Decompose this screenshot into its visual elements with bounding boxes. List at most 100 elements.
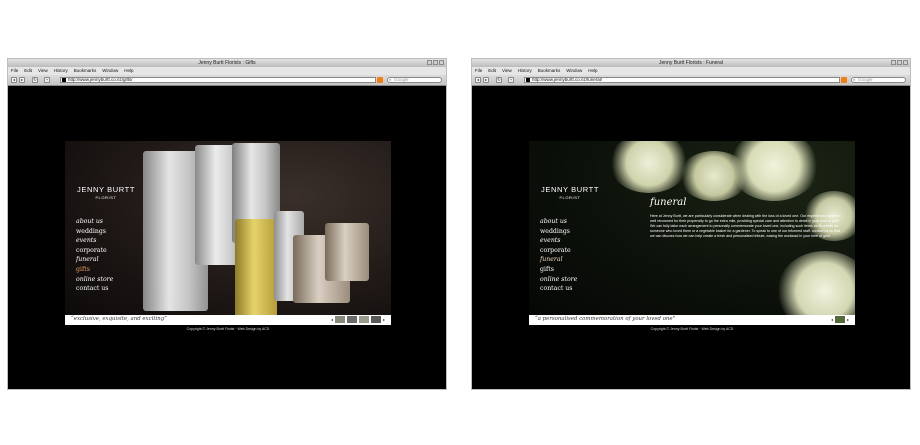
- nav-weddings[interactable]: weddings: [540, 227, 577, 237]
- nav-corporate[interactable]: corporate: [540, 246, 577, 256]
- site-nav: about us weddings events corporate funer…: [76, 217, 113, 294]
- nav-contact-us[interactable]: contact us: [540, 284, 577, 294]
- back-icon[interactable]: ◂: [475, 77, 481, 83]
- browser-toolbar: ◂ ▸ ↻ + http://www.jennyburtt.co.nz/gift…: [8, 75, 446, 86]
- rss-icon[interactable]: [377, 77, 383, 83]
- nav-funeral[interactable]: funeral: [76, 255, 113, 265]
- brand-logo[interactable]: JENNY BURTT FLORIST: [76, 185, 136, 200]
- search-icon: ⌕: [853, 77, 856, 82]
- thumbnail[interactable]: [334, 316, 345, 323]
- menu-edit[interactable]: Edit: [488, 67, 496, 75]
- url-text: http://www.jennyburtt.co.nz/gifts/: [68, 77, 133, 82]
- nav-online-store[interactable]: online store: [540, 275, 577, 285]
- nav-gifts[interactable]: gifts: [76, 265, 113, 275]
- browser-window-gifts: Jenny Burtt Florists : Gifts File Edit V…: [8, 59, 446, 389]
- prev-arrow-icon[interactable]: ◂: [331, 317, 333, 322]
- candle-image: [325, 223, 369, 281]
- brand-name: JENNY BURTT: [541, 185, 599, 194]
- site-footer-bar: “exclusive, exquisite, and exciting” ◂ ▸: [65, 315, 391, 325]
- thumbnail[interactable]: [834, 316, 845, 323]
- nav-corporate[interactable]: corporate: [76, 246, 113, 256]
- brand-name: JENNY BURTT: [77, 185, 135, 194]
- menu-bar: File Edit View History Bookmarks Window …: [8, 67, 446, 75]
- favicon-icon: [526, 78, 530, 82]
- rss-icon[interactable]: [841, 77, 847, 83]
- menu-bookmarks[interactable]: Bookmarks: [74, 67, 97, 75]
- menu-view[interactable]: View: [502, 67, 512, 75]
- brand-subtitle: FLORIST: [559, 195, 581, 200]
- nav-weddings[interactable]: weddings: [76, 227, 113, 237]
- search-input[interactable]: ⌕ Google: [851, 77, 906, 83]
- next-arrow-icon[interactable]: ▸: [847, 317, 849, 322]
- brand-logo[interactable]: JENNY BURTT FLORIST: [540, 185, 600, 200]
- menu-bar: File Edit View History Bookmarks Window …: [472, 67, 910, 75]
- menu-bookmarks[interactable]: Bookmarks: [538, 67, 561, 75]
- reload-icon[interactable]: ↻: [496, 77, 502, 83]
- menu-help[interactable]: Help: [588, 67, 597, 75]
- thumbnail[interactable]: [346, 316, 357, 323]
- thumbnail[interactable]: [358, 316, 369, 323]
- menu-file[interactable]: File: [475, 67, 482, 75]
- search-placeholder: Google: [858, 77, 873, 82]
- zoom-button[interactable]: [897, 60, 902, 65]
- browser-toolbar: ◂ ▸ ↻ + http://www.jennyburtt.co.nz/fune…: [472, 75, 910, 86]
- minimize-button[interactable]: [891, 60, 896, 65]
- search-placeholder: Google: [394, 77, 409, 82]
- add-bookmark-icon[interactable]: +: [44, 77, 50, 83]
- nav-funeral[interactable]: funeral: [540, 255, 577, 265]
- tagline: “exclusive, exquisite, and exciting”: [71, 316, 167, 322]
- close-button[interactable]: [439, 60, 444, 65]
- window-controls: [891, 60, 908, 66]
- menu-file[interactable]: File: [11, 67, 18, 75]
- nav-contact-us[interactable]: contact us: [76, 284, 113, 294]
- oil-bottle-image: [235, 219, 277, 319]
- thumbnail-strip: ◂ ▸: [831, 316, 849, 323]
- forward-icon[interactable]: ▸: [483, 77, 489, 83]
- add-bookmark-icon[interactable]: +: [508, 77, 514, 83]
- hydrangea-image: [609, 141, 689, 193]
- page-body-text: Here at Jenny Burtt, we are particularly…: [650, 214, 841, 238]
- menu-edit[interactable]: Edit: [24, 67, 32, 75]
- tagline: “a personalised commemoration of your lo…: [535, 316, 676, 322]
- nav-about-us[interactable]: about us: [76, 217, 113, 227]
- prev-arrow-icon[interactable]: ◂: [831, 317, 833, 322]
- zoom-button[interactable]: [433, 60, 438, 65]
- menu-view[interactable]: View: [38, 67, 48, 75]
- hydrangea-image: [777, 251, 855, 325]
- nav-events[interactable]: events: [76, 236, 113, 246]
- nav-about-us[interactable]: about us: [540, 217, 577, 227]
- url-field[interactable]: http://www.jennyburtt.co.nz/gifts/: [60, 77, 376, 83]
- search-input[interactable]: ⌕ Google: [387, 77, 442, 83]
- minimize-button[interactable]: [427, 60, 432, 65]
- window-controls: [427, 60, 444, 66]
- menu-window[interactable]: Window: [102, 67, 118, 75]
- thumbnail-strip: ◂ ▸: [331, 316, 385, 323]
- back-icon[interactable]: ◂: [11, 77, 17, 83]
- nav-events[interactable]: events: [540, 236, 577, 246]
- favicon-icon: [62, 78, 66, 82]
- browser-window-funeral: Jenny Burtt Florists : Funeral File Edit…: [472, 59, 910, 389]
- forward-icon[interactable]: ▸: [19, 77, 25, 83]
- nav-online-store[interactable]: online store: [76, 275, 113, 285]
- copyright-text: Copyright © Jenny Burtt Florist · Web De…: [186, 327, 270, 331]
- menu-window[interactable]: Window: [566, 67, 582, 75]
- reload-icon[interactable]: ↻: [32, 77, 38, 83]
- site-banner-funeral: JENNY BURTT FLORIST about us weddings ev…: [529, 141, 855, 325]
- window-title: Jenny Burtt Florists : Gifts: [8, 59, 446, 67]
- site-nav: about us weddings events corporate funer…: [540, 217, 577, 294]
- menu-history[interactable]: History: [518, 67, 532, 75]
- close-button[interactable]: [903, 60, 908, 65]
- thumbnail[interactable]: [370, 316, 381, 323]
- url-field[interactable]: http://www.jennyburtt.co.nz/funeral/: [524, 77, 840, 83]
- copyright-text: Copyright © Jenny Burtt Florist · Web De…: [650, 327, 734, 331]
- next-arrow-icon[interactable]: ▸: [383, 317, 385, 322]
- brand-subtitle: FLORIST: [95, 195, 117, 200]
- site-banner-gifts: JENNY BURTT FLORIST about us weddings ev…: [65, 141, 391, 325]
- site-footer-bar: “a personalised commemoration of your lo…: [529, 315, 855, 325]
- window-title: Jenny Burtt Florists : Funeral: [472, 59, 910, 67]
- nav-gifts[interactable]: gifts: [540, 265, 577, 275]
- menu-history[interactable]: History: [54, 67, 68, 75]
- search-icon: ⌕: [389, 77, 392, 82]
- menu-help[interactable]: Help: [124, 67, 133, 75]
- hydrangea-image: [679, 151, 749, 201]
